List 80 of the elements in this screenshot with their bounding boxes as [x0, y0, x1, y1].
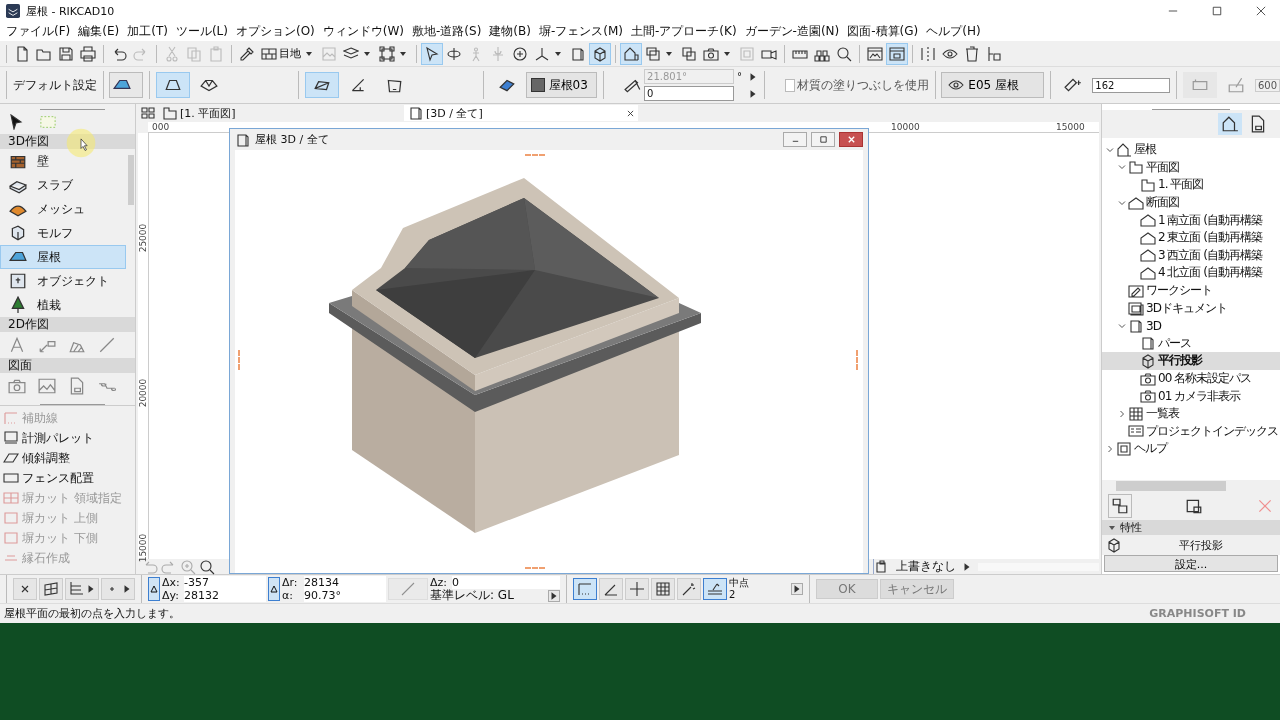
palette-item[interactable]: 計測パレット [0, 428, 135, 448]
coordinate-field[interactable]: 90.73° [304, 589, 386, 602]
tree-item[interactable]: 断面図 [1102, 193, 1280, 212]
settings-button[interactable]: 設定... [1104, 555, 1278, 572]
menu-item[interactable]: 図面-積算(G) [843, 23, 923, 40]
window-title: 屋根 - RIKCAD10 [26, 3, 115, 19]
menu-item[interactable]: ガーデン-造園(N) [740, 23, 844, 40]
menu-item[interactable]: 土間-アプローチ(K) [627, 23, 741, 40]
coordinate-label: Δx: [162, 576, 181, 589]
menu-item[interactable]: ウィンドウ(W) [318, 23, 409, 40]
snap-division-value: 2 [729, 589, 737, 601]
unit-label: ° [737, 71, 744, 82]
thickness-field[interactable]: 162 [1092, 77, 1171, 93]
properties-header[interactable]: 特性 [1102, 520, 1280, 535]
toolbox-section-header[interactable]: 3D作図 [0, 134, 135, 149]
ruler-label: 25000 [138, 222, 148, 255]
tree-item[interactable]: 3 西立面 (自動再構築 [1102, 246, 1280, 265]
coordinate-field[interactable]: -357 [184, 576, 266, 589]
coordinate-field[interactable]: 28134 [304, 576, 386, 589]
tree-item[interactable]: 平面図 [1102, 158, 1280, 177]
menu-item[interactable]: 加工(T) [123, 23, 172, 40]
tool-item[interactable]: スラブ [0, 173, 126, 197]
view-tab[interactable]: [1. 平面図] [158, 105, 286, 121]
ruler-label: 15000 [138, 532, 148, 565]
checkbox-label: 材質の塗りつぶしを使用 [796, 76, 929, 94]
coordinate-label: Δr: [282, 576, 299, 589]
tree-item[interactable]: 1 南立面 (自動再構築 [1102, 211, 1280, 229]
reference-level: 基準レベル: GL [430, 589, 515, 602]
palette-item[interactable]: 傾斜調整 [0, 448, 135, 468]
ruler-label: 10000 [891, 122, 920, 132]
tool-item[interactable]: 植栽 [0, 293, 126, 317]
tree-item[interactable]: 3D [1102, 316, 1280, 335]
tree-item[interactable]: 屋根 [1102, 141, 1280, 159]
tool-item[interactable]: オブジェクト [0, 269, 126, 293]
toolbox-section-header[interactable]: 2D作図 [0, 317, 135, 332]
menu-item[interactable]: 建物(B) [485, 23, 535, 40]
tree-item[interactable]: ワークシート [1102, 281, 1280, 300]
info-box-label: デフォルト設定 [12, 76, 97, 94]
coordinate-label: α: [282, 589, 294, 602]
menu-item[interactable]: 編集(E) [74, 23, 124, 40]
view-name: 平行投影 [1178, 537, 1224, 553]
menu-item[interactable]: ヘルプ(H) [922, 23, 985, 40]
tree-item[interactable]: 平行投影 [1102, 352, 1280, 370]
tree-item[interactable]: パース [1102, 334, 1280, 353]
view-tab[interactable]: [3D / 全て] [404, 105, 638, 121]
tool-item[interactable]: 屋根 [0, 245, 126, 269]
coordinate-field[interactable]: 0 [452, 576, 560, 589]
tool-item[interactable]: メッシュ [0, 197, 126, 221]
menu-item[interactable]: ファイル(F) [2, 23, 75, 40]
status-message: 屋根平面の最初の点を入力します。 [4, 606, 180, 621]
material-dropdown[interactable]: 屋根03 [525, 72, 598, 98]
ruler-label: 000 [152, 122, 170, 132]
menu-item[interactable]: ツール(L) [171, 23, 232, 40]
tree-item[interactable]: 00 名称未設定パス [1102, 369, 1280, 388]
toolbox-section-header[interactable]: 図面 [0, 358, 135, 373]
menu-item[interactable]: 敷地-道路(S) [408, 23, 486, 40]
toolbar-button[interactable]: 目地 [258, 42, 318, 65]
coordinate-label: Δz: [430, 576, 448, 589]
menu-item[interactable]: 塀-フェンス(M) [534, 23, 627, 40]
tree-item[interactable]: 一覧表 [1102, 404, 1280, 423]
tool-item[interactable]: 壁 [0, 149, 126, 173]
snap-mode-label: 中点 [729, 577, 750, 589]
menu-item[interactable]: オプション(O) [232, 23, 319, 40]
ruler-label: 15000 [1056, 122, 1085, 132]
tree-item[interactable]: 1. 平面図 [1102, 176, 1280, 194]
height-field[interactable]: 0 [644, 86, 735, 101]
tree-item[interactable]: ヘルプ [1102, 440, 1280, 458]
tree-item[interactable]: プロジェクトインデックス [1102, 422, 1280, 441]
coordinate-field[interactable]: 28132 [184, 589, 266, 602]
palette-item[interactable]: フェンス配置 [0, 468, 135, 488]
window-title: 屋根 3D / 全て [255, 132, 329, 147]
coordinate-label: Δy: [162, 589, 180, 602]
tree-item[interactable]: 3Dドキュメント [1102, 299, 1280, 317]
tree-item[interactable]: 2 東立面 (自動再構築 [1102, 228, 1280, 247]
tree-item[interactable]: 01 カメラ非表示 [1102, 387, 1280, 405]
tool-item[interactable]: モルフ [0, 221, 126, 245]
edge-value: 600 [1255, 78, 1280, 92]
layer-dropdown[interactable]: E05 屋根 [941, 72, 1044, 98]
ruler-label: 20000 [138, 377, 148, 410]
tree-item[interactable]: 4 北立面 (自動再構築 [1102, 264, 1280, 282]
